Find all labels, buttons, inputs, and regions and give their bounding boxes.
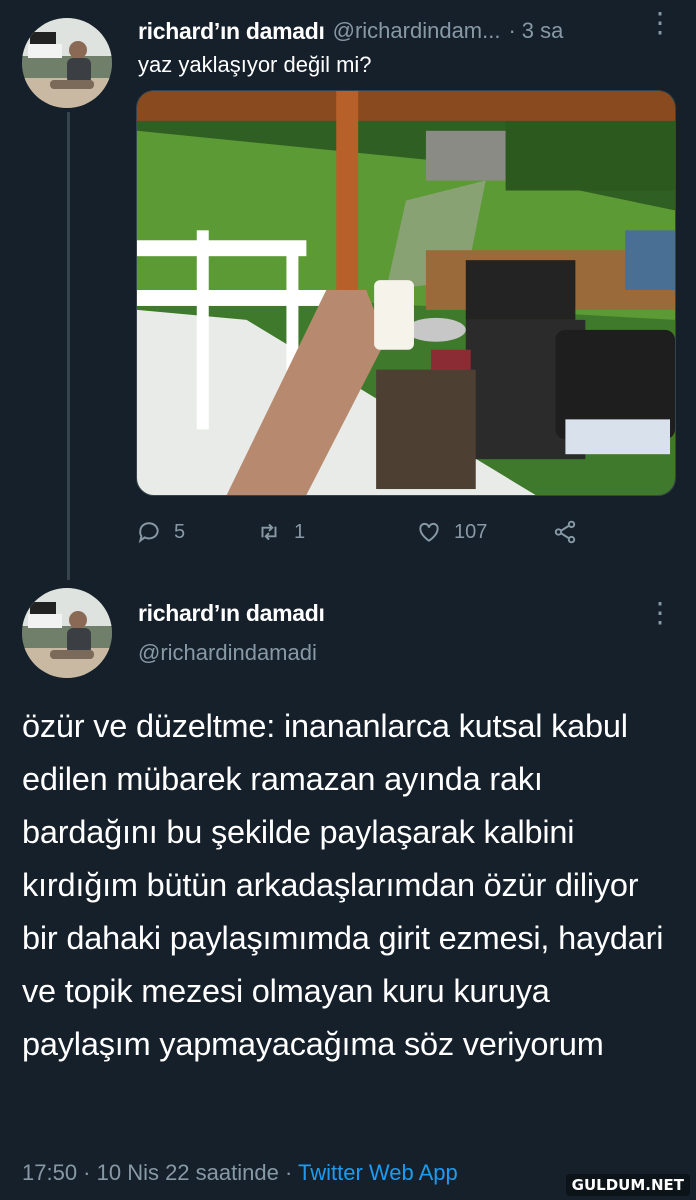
avatar[interactable] [22, 588, 112, 678]
retweet-count: 1 [294, 520, 306, 543]
author-name[interactable]: richard’ın damadı [138, 600, 325, 627]
retweet-button[interactable]: 1 [256, 512, 305, 552]
like-button[interactable]: 107 [416, 512, 487, 552]
photo-image [137, 91, 675, 495]
more-icon[interactable]: ⋮ [646, 9, 674, 37]
tweet-header: richard’ın damadı @richardindam... · 3 s… [138, 14, 682, 48]
tweet-metadata: 17:50 · 10 Nis 22 saatinde · Twitter Web… [22, 1160, 458, 1186]
thread-connector-line [67, 112, 70, 580]
retweet-icon [261, 523, 277, 541]
tweet-timestamp[interactable]: 17:50 · 10 Nis 22 saatinde · [22, 1160, 298, 1185]
reply-count: 5 [174, 520, 186, 543]
tweet-source-link[interactable]: Twitter Web App [298, 1160, 458, 1185]
share-button[interactable] [552, 512, 590, 552]
tweet-text: yaz yaklaşıyor değil mi? [138, 52, 372, 77]
author-handle[interactable]: @richardindam... [333, 18, 501, 44]
tweet-photo[interactable] [136, 90, 676, 496]
site-watermark: GULDUM.NET [565, 1174, 690, 1196]
avatar-image [22, 18, 112, 108]
separator-dot: · [508, 18, 516, 43]
reply-button[interactable]: 5 [136, 512, 185, 552]
like-count: 107 [454, 520, 488, 543]
avatar[interactable] [22, 18, 112, 108]
share-icon [554, 520, 576, 544]
more-icon[interactable]: ⋮ [646, 599, 674, 627]
avatar-image [22, 588, 112, 678]
tweet-actions: 5 1 107 [136, 512, 596, 552]
author-name[interactable]: richard’ın damadı [138, 18, 325, 45]
tweet-text: özür ve düzeltme: inananlarca kutsal kab… [22, 708, 664, 1062]
author-handle[interactable]: @richardindamadi [138, 640, 317, 666]
reply-icon [138, 522, 159, 544]
tweet-time[interactable]: 3 sa [522, 18, 564, 44]
heart-icon [419, 522, 439, 542]
